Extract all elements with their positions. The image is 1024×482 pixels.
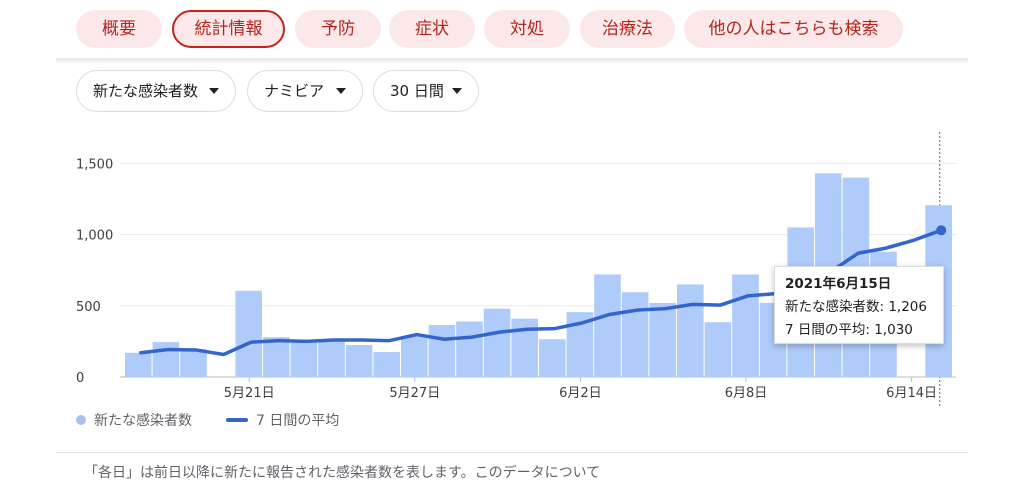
footer-divider	[56, 452, 968, 453]
bar	[456, 321, 483, 377]
bar	[152, 342, 180, 377]
bar	[318, 340, 345, 377]
bar	[677, 284, 704, 377]
bar	[649, 302, 676, 377]
country-dropdown[interactable]: ナミビア	[247, 70, 363, 112]
x-tick-label: 5月21日	[224, 386, 275, 401]
tab-symptoms[interactable]: 症状	[389, 10, 475, 48]
chevron-down-icon	[452, 88, 462, 94]
y-tick-label: 1,000	[76, 229, 113, 244]
bar	[263, 337, 290, 377]
bar	[483, 308, 511, 377]
x-tick-label: 6月14日	[886, 386, 937, 401]
y-tick-label: 500	[76, 300, 101, 315]
data-footnote: 「各日」は前日以降に新たに報告された感染者数を表します。このデータについて	[84, 465, 601, 481]
period-dropdown[interactable]: 30 日間	[373, 70, 479, 112]
legend-bar-label: 新たな感染者数	[94, 413, 192, 429]
x-tick-label: 6月8日	[725, 386, 768, 401]
country-dropdown-label: ナミビア	[264, 82, 325, 100]
tab-treatment-measures[interactable]: 対処	[484, 10, 570, 48]
legend-bar-swatch	[76, 415, 86, 425]
bar	[373, 352, 400, 377]
x-tick-label: 5月27日	[389, 386, 440, 401]
tab-cures[interactable]: 治療法	[580, 10, 675, 48]
bar	[704, 322, 732, 377]
average-point-highlight	[936, 225, 947, 236]
bar	[345, 344, 373, 377]
metric-dropdown[interactable]: 新たな感染者数	[76, 70, 236, 112]
x-tick-label: 6月2日	[559, 386, 602, 401]
bar	[180, 349, 207, 377]
tab-related-searches[interactable]: 他の人はこちらも検索	[684, 10, 903, 48]
bar	[732, 274, 759, 377]
bar	[539, 339, 566, 377]
bar	[125, 352, 152, 377]
chevron-down-icon	[336, 88, 346, 94]
tab-prevention[interactable]: 予防	[295, 10, 381, 48]
bar	[401, 336, 428, 377]
bar	[235, 290, 262, 377]
tooltip-date: 2021年6月15日	[785, 276, 892, 292]
period-dropdown-label: 30 日間	[390, 82, 444, 100]
legend-line-swatch	[226, 418, 248, 422]
metric-dropdown-label: 新たな感染者数	[93, 82, 199, 100]
bar	[428, 325, 456, 377]
bar	[621, 292, 649, 377]
tooltip-7day-average: 7 日間の平均: 1,030	[785, 322, 913, 338]
chart-tooltip: 2021年6月15日 新たな感染者数: 1,206 7 日間の平均: 1,030	[774, 266, 944, 344]
tabs-divider	[56, 58, 968, 64]
tooltip-new-cases: 新たな感染者数: 1,206	[785, 299, 927, 315]
bar	[594, 274, 621, 377]
y-tick-label: 0	[76, 371, 84, 386]
legend-line-label: 7 日間の平均	[256, 413, 340, 429]
tab-statistics[interactable]: 統計情報	[172, 10, 285, 48]
chevron-down-icon	[209, 88, 219, 94]
y-tick-label: 1,500	[76, 157, 113, 172]
tab-overview[interactable]: 概要	[76, 10, 162, 48]
bar	[290, 339, 318, 377]
